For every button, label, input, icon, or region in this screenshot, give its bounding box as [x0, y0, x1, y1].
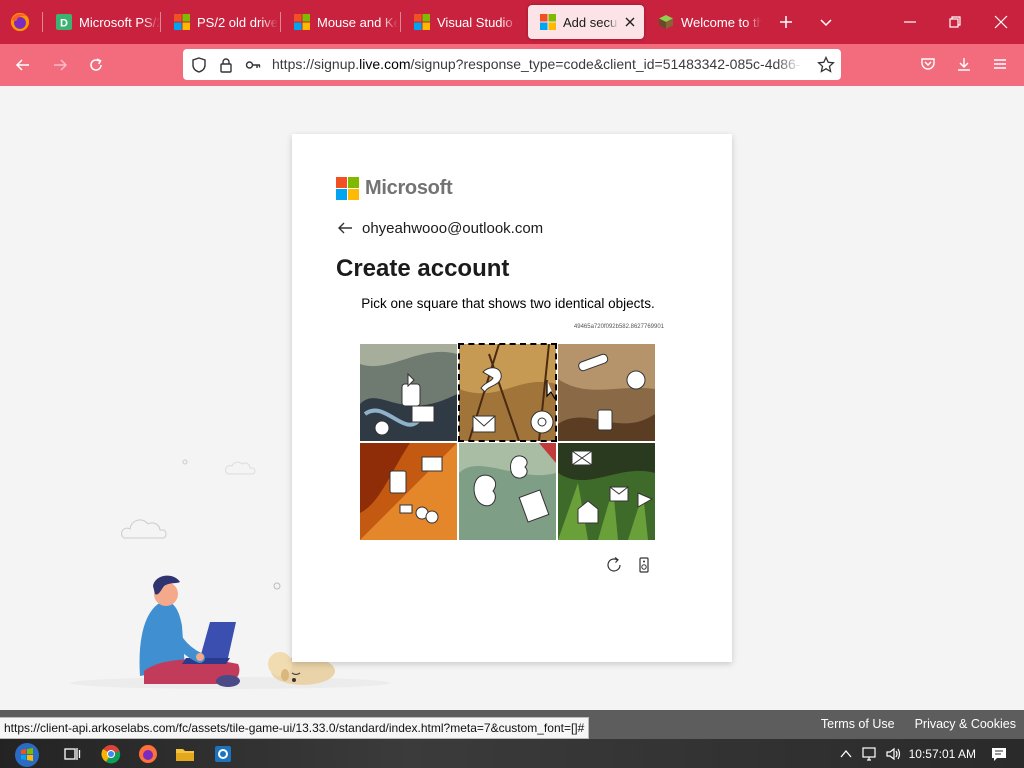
windows-taskbar: 10:57:01 AM — [0, 739, 1024, 768]
chrome-icon[interactable] — [101, 744, 121, 764]
forward-icon[interactable] — [52, 57, 68, 73]
captcha-tile-image — [459, 344, 556, 441]
tab-title: Add security info — [563, 14, 618, 30]
tab-separator — [280, 12, 281, 32]
microsoft-wordmark: Microsoft — [365, 177, 453, 199]
page-content: Microsoft ohyeahwooo@outlook.com Create … — [0, 86, 1024, 710]
captcha-tile-image — [558, 443, 655, 540]
taskbar-clock[interactable]: 10:57:01 AM — [909, 747, 976, 761]
tab-title: PS/2 old drivers — [197, 14, 278, 30]
windows-icon — [414, 14, 430, 30]
tab-title: Mouse and Keyboard — [317, 14, 398, 30]
microsoft-logo: Microsoft — [336, 177, 453, 200]
back-to-email-row[interactable]: ohyeahwooo@outlook.com — [336, 219, 543, 237]
footer-links: Terms of Use Privacy & Cookies — [821, 717, 1016, 731]
tab-title: Visual Studio Code — [437, 14, 518, 30]
svg-text:D: D — [60, 18, 68, 30]
key-icon[interactable] — [245, 57, 261, 73]
tab-title: Microsoft PS/2 — [79, 14, 160, 30]
chevron-up-icon[interactable] — [839, 747, 853, 761]
chevron-down-icon[interactable] — [818, 14, 834, 30]
app-gear-icon[interactable] — [213, 744, 233, 764]
captcha-session-id: 49465a720f092b582.8627769901 — [573, 324, 664, 330]
firefox-menu-icon[interactable] — [9, 11, 31, 33]
captcha-tile-grid — [360, 343, 656, 540]
tab-separator — [400, 12, 401, 32]
captcha-tile-image — [459, 443, 556, 540]
signup-card: Microsoft ohyeahwooo@outlook.com Create … — [292, 134, 732, 662]
tab-title: Welcome to the — [681, 14, 762, 30]
privacy-cookies-link[interactable]: Privacy & Cookies — [915, 717, 1016, 731]
link-status-tooltip: https://client-api.arkoselabs.com/fc/ass… — [0, 717, 590, 739]
address-bar[interactable]: https://signup.live.com/signup?response_… — [183, 49, 841, 80]
volume-icon[interactable] — [885, 746, 903, 762]
d-app-icon: D — [56, 14, 72, 30]
task-view-icon[interactable] — [62, 744, 82, 764]
new-tab-icon[interactable] — [778, 14, 794, 30]
tab-bar: D Microsoft PS/2 PS/2 old drivers Mouse … — [0, 0, 1024, 44]
url-domain: live.com — [359, 56, 411, 72]
system-tray: 10:57:01 AM — [839, 739, 1024, 768]
file-explorer-icon[interactable] — [175, 744, 195, 764]
captcha-controls — [605, 556, 653, 574]
tab-mouse-and-keyboard[interactable]: Mouse and Keyboard — [282, 5, 398, 39]
tab-add-security-info[interactable]: Add security info — [528, 5, 644, 39]
close-window-icon[interactable] — [993, 14, 1009, 30]
tab-welcome[interactable]: Welcome to the — [646, 5, 762, 39]
tab-separator — [42, 12, 43, 32]
captcha-tile-image — [360, 344, 457, 441]
terms-of-use-link[interactable]: Terms of Use — [821, 717, 895, 731]
back-icon[interactable] — [15, 57, 31, 73]
captcha-tile-image — [558, 344, 655, 441]
navigation-toolbar: https://signup.live.com/signup?response_… — [0, 44, 1024, 86]
start-button-icon[interactable] — [14, 742, 40, 768]
notification-center-icon[interactable] — [990, 745, 1008, 763]
hamburger-menu-icon[interactable] — [992, 56, 1008, 72]
captcha-tile-1[interactable] — [360, 344, 457, 441]
network-icon[interactable] — [861, 746, 879, 762]
downloads-icon[interactable] — [956, 56, 972, 72]
lock-icon[interactable] — [218, 57, 234, 73]
firefox-taskbar-icon[interactable] — [138, 744, 158, 764]
windows-icon — [174, 14, 190, 30]
restore-icon[interactable] — [947, 14, 963, 30]
captcha-tile-3[interactable] — [558, 344, 655, 441]
captcha-tile-6[interactable] — [558, 443, 655, 540]
close-tab-icon[interactable] — [623, 15, 637, 29]
page-title: Create account — [336, 255, 510, 282]
refresh-captcha-icon[interactable] — [605, 556, 623, 574]
captcha-tile-image — [360, 443, 457, 540]
microsoft-icon — [294, 14, 310, 30]
microsoft-icon — [540, 14, 556, 30]
tab-microsoft-ps2[interactable]: D Microsoft PS/2 — [44, 5, 160, 39]
captcha-frame: Pick one square that shows two identical… — [360, 294, 664, 573]
captcha-prompt: Pick one square that shows two identical… — [361, 296, 655, 311]
captcha-tile-4[interactable] — [360, 443, 457, 540]
cube-icon — [659, 15, 673, 29]
bookmark-star-icon[interactable] — [817, 56, 835, 74]
captcha-tile-5[interactable] — [459, 443, 556, 540]
pocket-icon[interactable] — [920, 56, 936, 72]
account-email: ohyeahwooo@outlook.com — [362, 219, 544, 237]
minimize-icon[interactable] — [902, 14, 918, 30]
reload-icon[interactable] — [88, 57, 104, 73]
shield-icon[interactable] — [191, 57, 207, 73]
url-suffix: /signup?response_type=code&client_id=514… — [410, 56, 802, 72]
tab-ps2-old-drivers[interactable]: PS/2 old drivers — [162, 5, 278, 39]
url-prefix: https://signup. — [272, 56, 360, 72]
audio-challenge-icon[interactable] — [635, 556, 653, 574]
captcha-tile-2[interactable] — [458, 343, 557, 442]
microsoft-logo-icon — [336, 177, 359, 200]
url-text[interactable]: https://signup.live.com/signup?response_… — [272, 56, 802, 72]
tab-separator — [160, 12, 161, 32]
back-arrow-icon[interactable] — [336, 219, 354, 237]
tab-visual-studio[interactable]: Visual Studio Code — [402, 5, 518, 39]
